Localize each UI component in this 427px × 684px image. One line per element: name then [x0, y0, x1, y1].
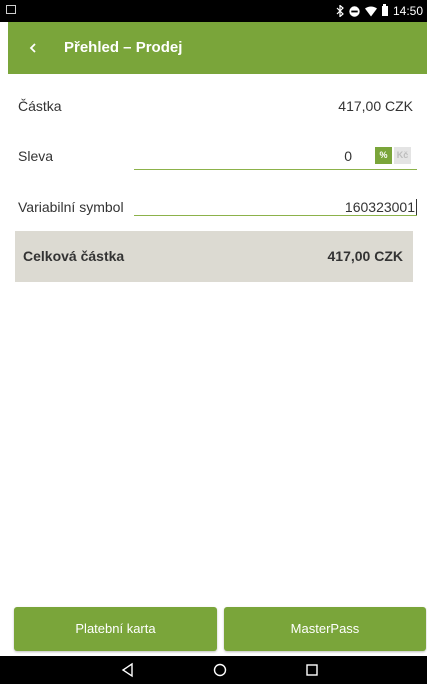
text-cursor: [416, 199, 417, 215]
do-not-disturb-icon: [349, 5, 360, 17]
status-icons: 14:50: [336, 4, 423, 18]
app-bar: Přehled – Prodej: [8, 22, 427, 74]
discount-value: 0: [344, 148, 352, 164]
back-chevron-icon: [29, 43, 36, 53]
total-value: 417,00 CZK: [327, 248, 403, 264]
discount-label: Sleva: [18, 148, 54, 164]
card-payment-button[interactable]: Platební karta: [14, 607, 217, 651]
discount-field[interactable]: 0: [134, 142, 360, 170]
screenshot-icon: [6, 5, 16, 14]
discount-row: Sleva 0 % Kč: [8, 142, 427, 172]
navigation-bar: [0, 656, 427, 684]
back-triangle-icon[interactable]: [120, 662, 136, 678]
masterpass-button[interactable]: MasterPass: [224, 607, 426, 651]
amount-row: Částka 417,00 CZK: [8, 92, 427, 122]
battery-icon: [381, 4, 388, 16]
wifi-icon: [364, 6, 377, 16]
discount-unit-toggle: % Kč: [375, 147, 411, 164]
home-circle-icon[interactable]: [212, 662, 228, 678]
amount-value: 417,00 CZK: [338, 98, 413, 114]
status-time: 14:50: [392, 4, 423, 18]
page-title: Přehled – Prodej: [64, 39, 183, 56]
bluetooth-icon: [336, 5, 344, 17]
variable-symbol-value: 160323001: [344, 199, 415, 215]
status-bar: 14:50: [0, 0, 427, 22]
recents-square-icon[interactable]: [304, 662, 320, 678]
back-button[interactable]: [28, 35, 48, 61]
variable-symbol-label: Variabilní symbol: [18, 199, 124, 215]
total-label: Celková částka: [23, 248, 125, 264]
total-row: Celková částka 417,00 CZK: [15, 231, 413, 282]
toggle-currency-button[interactable]: Kč: [394, 147, 411, 164]
variable-symbol-value-wrap: 160323001: [345, 199, 417, 215]
screen: 14:50 Přehled – Prodej Částka 417,00 CZK…: [0, 0, 427, 684]
discount-underline: [134, 169, 417, 170]
amount-label: Částka: [18, 98, 62, 114]
toggle-percent-button[interactable]: %: [375, 147, 392, 164]
variable-symbol-underline: [134, 215, 417, 216]
variable-symbol-row: Variabilní symbol 160323001: [8, 194, 427, 224]
